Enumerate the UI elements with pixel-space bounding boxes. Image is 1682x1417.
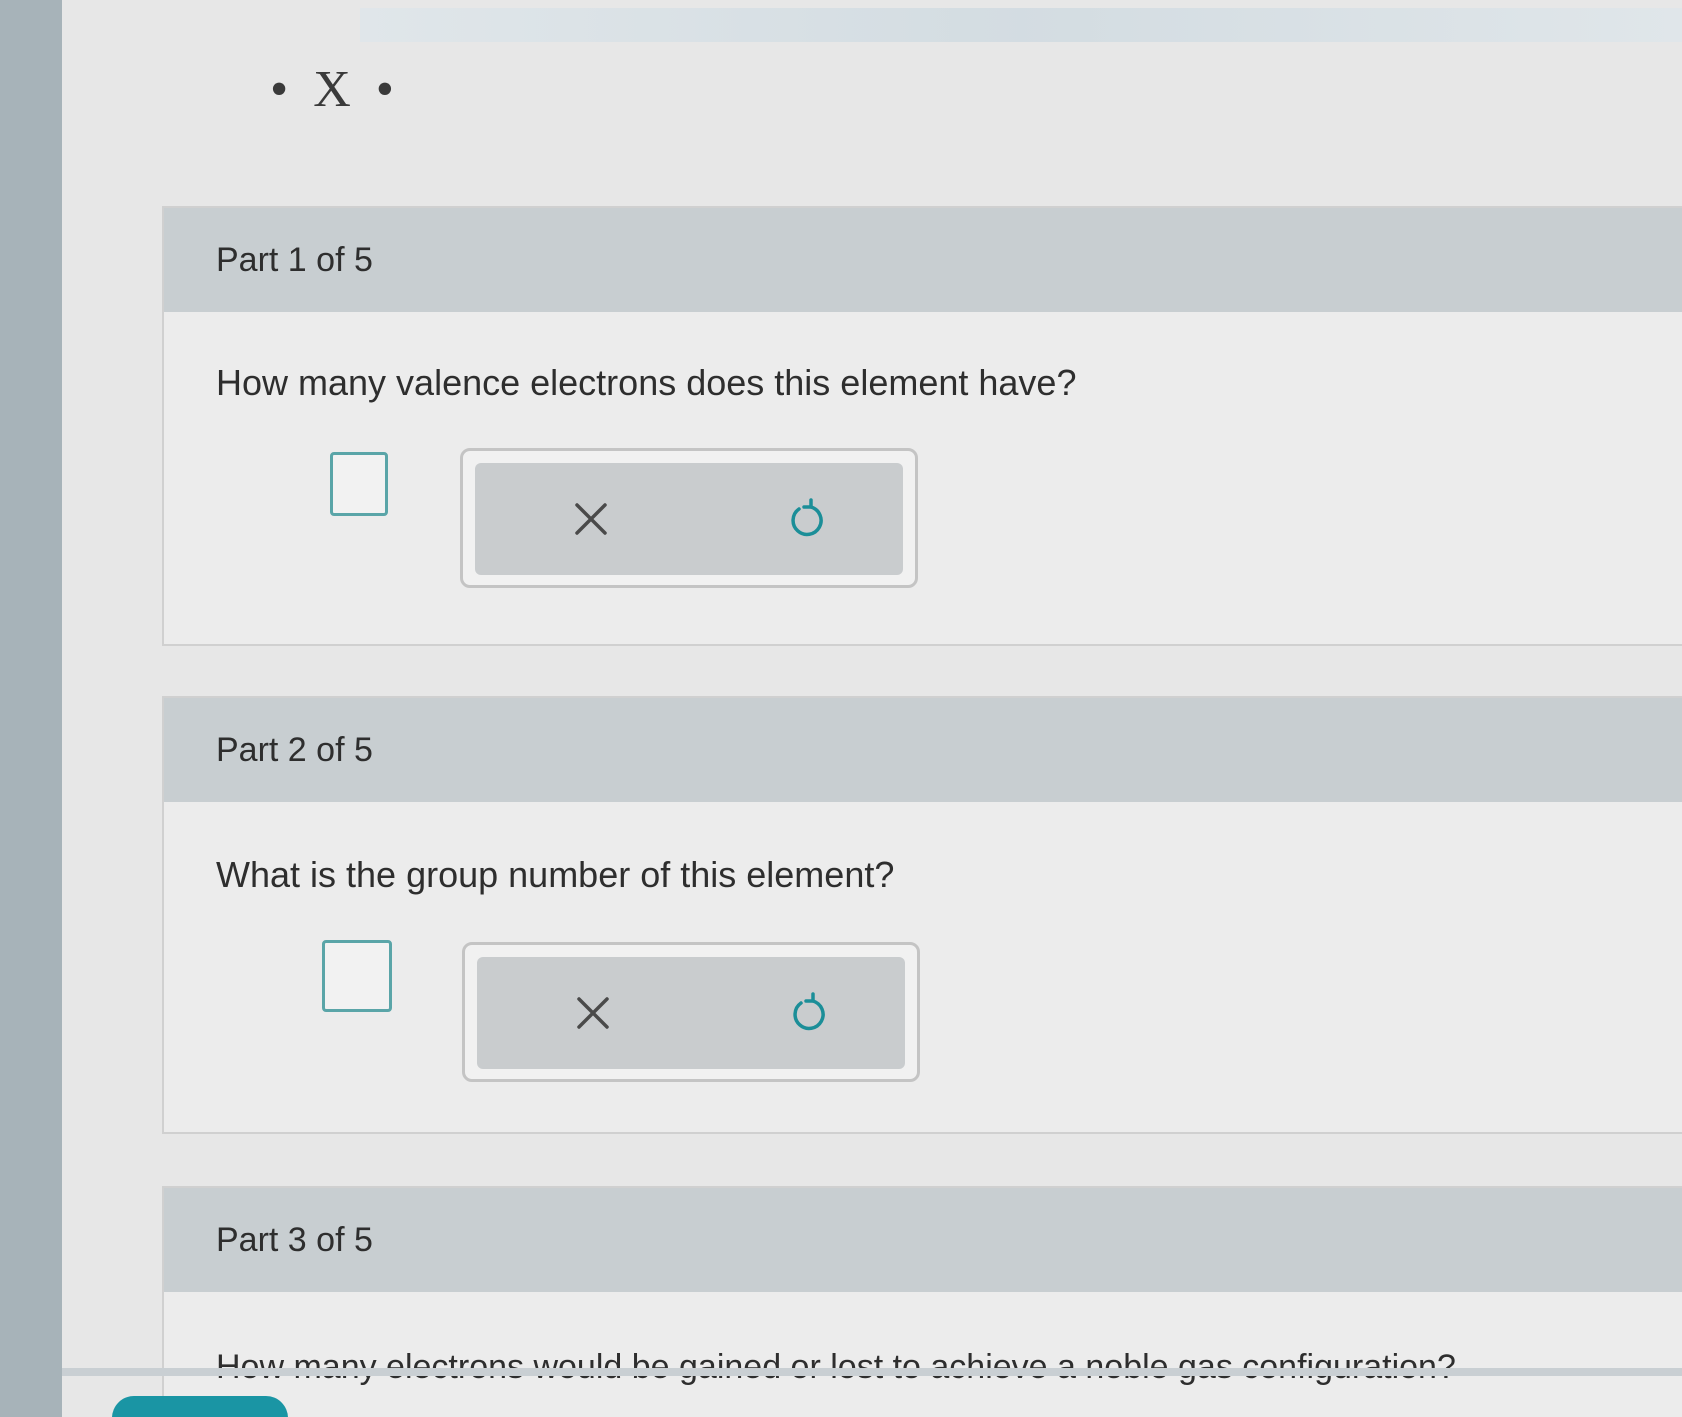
part-1-clear-button[interactable]: [563, 491, 619, 547]
footer-divider: [62, 1368, 1682, 1376]
part-2-answer-input[interactable]: [322, 940, 392, 1012]
close-icon: [577, 997, 609, 1029]
top-decorative-strip: [360, 8, 1682, 42]
lewis-dot-symbol: • X •: [270, 61, 400, 118]
part-2-card: Part 2 of 5 What is the group number of …: [162, 696, 1682, 1134]
part-2-header: Part 2 of 5: [164, 698, 1682, 802]
footer-action-button[interactable]: [112, 1396, 288, 1417]
undo-icon: [793, 992, 825, 1031]
close-icon: [575, 503, 607, 535]
undo-icon: [791, 498, 823, 537]
part-2-tool-panel: [477, 957, 905, 1069]
part-1-tool-frame: [460, 448, 918, 588]
part-1-question: How many valence electrons does this ele…: [216, 362, 1077, 403]
part-1-header: Part 1 of 5: [164, 208, 1682, 312]
page: • X • Part 1 of 5 How many valence elect…: [0, 0, 1682, 1417]
part-1-tool-panel: [475, 463, 903, 575]
part-3-header: Part 3 of 5: [164, 1188, 1682, 1292]
part-3-card: Part 3 of 5 How many electrons would be …: [162, 1186, 1682, 1417]
part-2-question: What is the group number of this element…: [216, 854, 895, 895]
part-2-undo-button[interactable]: [781, 985, 837, 1041]
part-1-card: Part 1 of 5 How many valence electrons d…: [162, 206, 1682, 646]
part-2-tool-frame: [462, 942, 920, 1082]
left-rail: [0, 0, 62, 1417]
part-1-answer-input[interactable]: [330, 452, 388, 516]
part-2-clear-button[interactable]: [565, 985, 621, 1041]
part-1-undo-button[interactable]: [779, 491, 835, 547]
